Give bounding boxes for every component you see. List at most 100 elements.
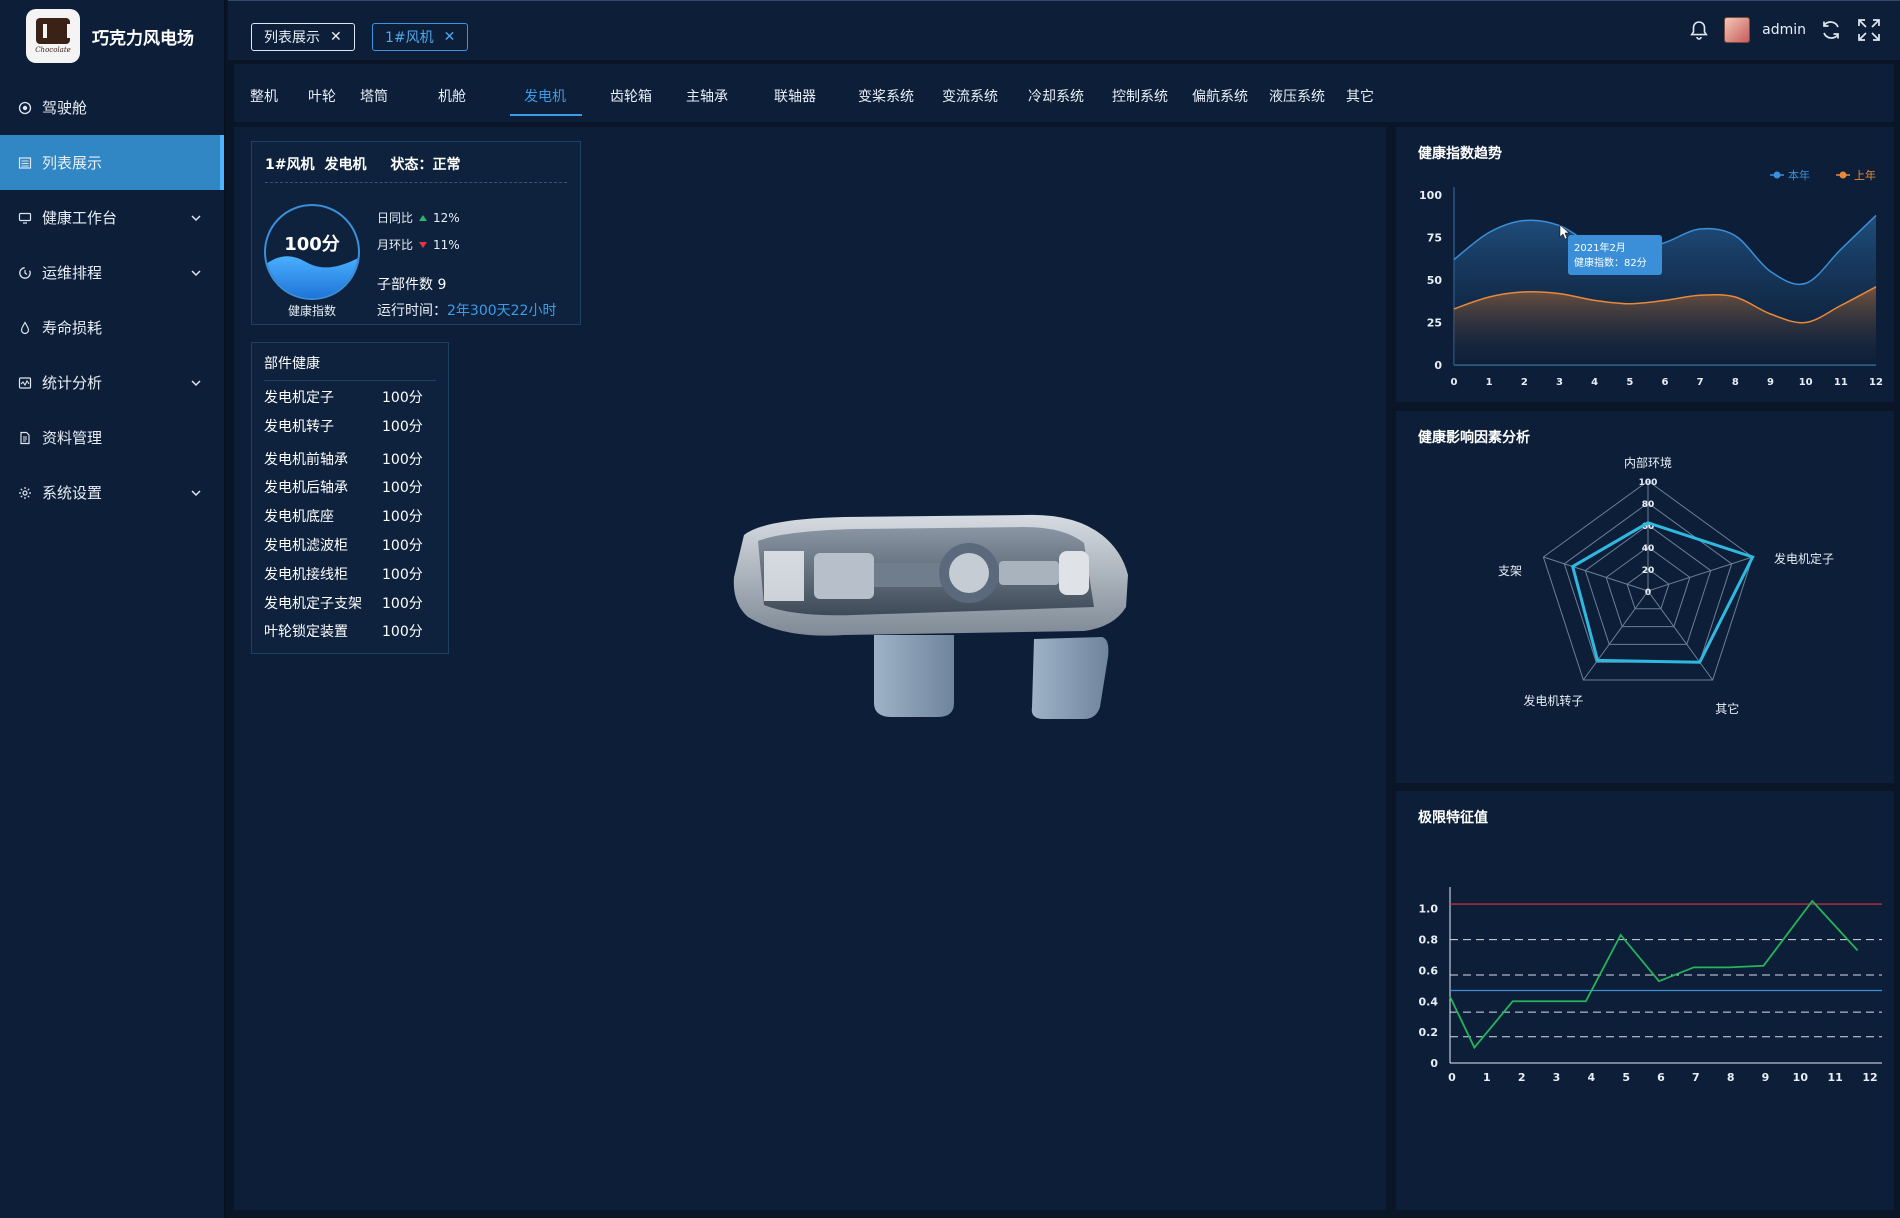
sidebar-item-2[interactable]: 健康工作台	[0, 190, 224, 245]
sidebar-item-label: 运维排程	[42, 264, 103, 282]
sidebar-item-6[interactable]: 资料管理	[0, 410, 224, 465]
gear-icon	[18, 486, 32, 500]
close-icon[interactable]: ✕	[330, 29, 342, 45]
parts-health-card: 部件健康 发电机定子 100分 发电机转子 100分 发电机前轴承 100分 发电机后轴承 1…	[251, 342, 449, 654]
tab-component-11[interactable]: 控制系统	[1112, 86, 1168, 106]
radar-spoke	[1647, 590, 1714, 681]
list-item[interactable]: 叶轮锁定装置 100分	[264, 621, 444, 641]
part-name: 发电机滤波柜	[264, 538, 348, 554]
radar-indicator-label: 发电机转子	[1523, 693, 1583, 708]
radar-tick-label: 100	[1639, 478, 1658, 488]
tab-component-3[interactable]: 机舱	[438, 86, 466, 106]
list-item[interactable]: 发电机滤波柜 100分	[264, 535, 444, 555]
document-icon	[18, 431, 32, 445]
list-item[interactable]: 发电机转子 100分	[264, 416, 444, 436]
health-trend-chart[interactable]: 02550751000 1 2 3 4 5 6 7 8 9 10 11 12本年 上年2021年2月健康指…	[1396, 127, 1894, 402]
sidebar-item-3[interactable]: 运维排程	[0, 245, 224, 300]
part-name: 发电机接线柜	[264, 567, 348, 583]
list-item[interactable]: 发电机后轴承 100分	[264, 477, 444, 497]
refresh-icon[interactable]	[1818, 17, 1844, 43]
bell-icon[interactable]	[1686, 17, 1712, 43]
generator-3d-model[interactable]	[724, 507, 1144, 747]
x-tick-label: 7	[1697, 377, 1704, 388]
logo-text: Chocolate	[35, 46, 71, 54]
avatar[interactable]	[1724, 17, 1751, 43]
sidebar-item-4[interactable]: 寿命损耗	[0, 300, 224, 355]
x-tick-label: 0	[1448, 1071, 1456, 1084]
chevron-down-icon[interactable]	[190, 375, 202, 387]
chevron-down-icon[interactable]	[190, 485, 202, 497]
limit-value-chart[interactable]: 00.20.40.60.81.00 1 2 3 4 5 6 7 8 9 10 11 12	[1396, 791, 1894, 1210]
tab-component-10[interactable]: 冷却系统	[1028, 86, 1084, 106]
sidebar-item-0[interactable]: 驾驶舱	[0, 80, 224, 135]
subpart-count: 子部件数 9	[377, 277, 447, 293]
sidebar-item-1[interactable]: 列表展示	[0, 135, 224, 190]
part-score: 100分	[382, 452, 423, 468]
y-tick-label: 0.4	[1419, 995, 1439, 1008]
radar-tick-label: 0	[1645, 588, 1651, 598]
y-tick-label: 1.0	[1419, 903, 1439, 916]
x-tick-label: 12	[1862, 1071, 1877, 1084]
tab-component-5[interactable]: 齿轮箱	[610, 86, 652, 106]
tab-list-display[interactable]: 列表展示 ✕	[251, 23, 355, 51]
x-tick-label: 11	[1828, 1071, 1843, 1084]
part-name: 发电机定子支架	[264, 596, 362, 612]
part-score: 100分	[382, 419, 423, 435]
list-item[interactable]: 发电机前轴承 100分	[264, 449, 444, 469]
part-score: 100分	[382, 390, 423, 406]
legend-dot	[1839, 171, 1847, 179]
logo-mark-icon	[36, 18, 71, 44]
x-tick-label: 8	[1732, 377, 1739, 388]
sidebar-item-7[interactable]: 系统设置	[0, 465, 224, 520]
list-item[interactable]: 发电机定子支架 100分	[264, 593, 444, 613]
tab-component-9[interactable]: 变流系统	[942, 86, 998, 106]
chevron-down-icon[interactable]	[190, 265, 202, 277]
tab-turbine-1[interactable]: 1#风机 ✕	[372, 23, 469, 51]
x-tick-label: 9	[1762, 1071, 1770, 1084]
x-tick-label: 11	[1834, 377, 1848, 388]
x-tick-label: 1	[1486, 377, 1493, 388]
fullscreen-icon[interactable]	[1856, 17, 1882, 43]
tab-component-7[interactable]: 联轴器	[774, 86, 816, 106]
sidebar-item-5[interactable]: 统计分析	[0, 355, 224, 410]
tab-component-12[interactable]: 偏航系统	[1192, 86, 1248, 106]
part-score: 100分	[382, 567, 423, 583]
list-item[interactable]: 发电机接线柜 100分	[264, 564, 444, 584]
yoy-value: 12%	[433, 210, 460, 225]
runtime-value: 2年300天22小时	[447, 303, 557, 319]
runtime-label: 运行时间：	[377, 303, 447, 319]
tab-component-0[interactable]: 整机	[250, 86, 278, 106]
list-item[interactable]: 发电机定子 100分	[264, 387, 444, 407]
y-tick-label: 0.8	[1419, 934, 1439, 947]
status-text: 状态：正常	[390, 157, 461, 173]
chart-icon	[18, 376, 32, 390]
close-icon[interactable]: ✕	[444, 29, 456, 45]
x-tick-label: 2	[1521, 377, 1528, 388]
health-score: 100分	[284, 234, 340, 255]
tab-component-1[interactable]: 叶轮	[308, 86, 336, 106]
tab-component-13[interactable]: 液压系统	[1269, 86, 1325, 106]
factor-radar-chart[interactable]: 020406080100内部环境发电机定子其它发电机转子支架	[1396, 411, 1894, 783]
radar-spoke	[1543, 556, 1649, 592]
tab-component-14[interactable]: 其它	[1346, 86, 1374, 106]
y-tick-label: 75	[1427, 232, 1442, 245]
main-panel: 1#风机 发电机 状态：正常 100分 健康指数 日同比 12% 月环比 11%…	[234, 127, 1386, 1210]
list-item[interactable]: 发电机底座 100分	[264, 506, 444, 526]
mom-row: 月环比 11%	[377, 236, 460, 253]
part-score: 100分	[382, 480, 423, 496]
brand[interactable]: Chocolate 巧克力风电场	[0, 0, 224, 72]
tab-component-2[interactable]: 塔筒	[360, 86, 388, 106]
part-name: 发电机定子	[264, 390, 334, 406]
username[interactable]: admin	[1762, 22, 1806, 38]
sidebar-item-label: 列表展示	[42, 154, 103, 172]
legend-label: 上年	[1854, 168, 1876, 182]
x-tick-label: 6	[1662, 377, 1669, 388]
radar-tick-label: 80	[1642, 500, 1655, 510]
x-tick-label: 12	[1869, 377, 1883, 388]
sidebar-item-label: 驾驶舱	[42, 99, 88, 117]
tab-component-8[interactable]: 变桨系统	[858, 86, 914, 106]
tab-component-4[interactable]: 发电机	[524, 86, 566, 106]
chevron-down-icon[interactable]	[190, 210, 202, 222]
radar-tick-label: 40	[1642, 544, 1655, 554]
tab-component-6[interactable]: 主轴承	[686, 86, 728, 106]
